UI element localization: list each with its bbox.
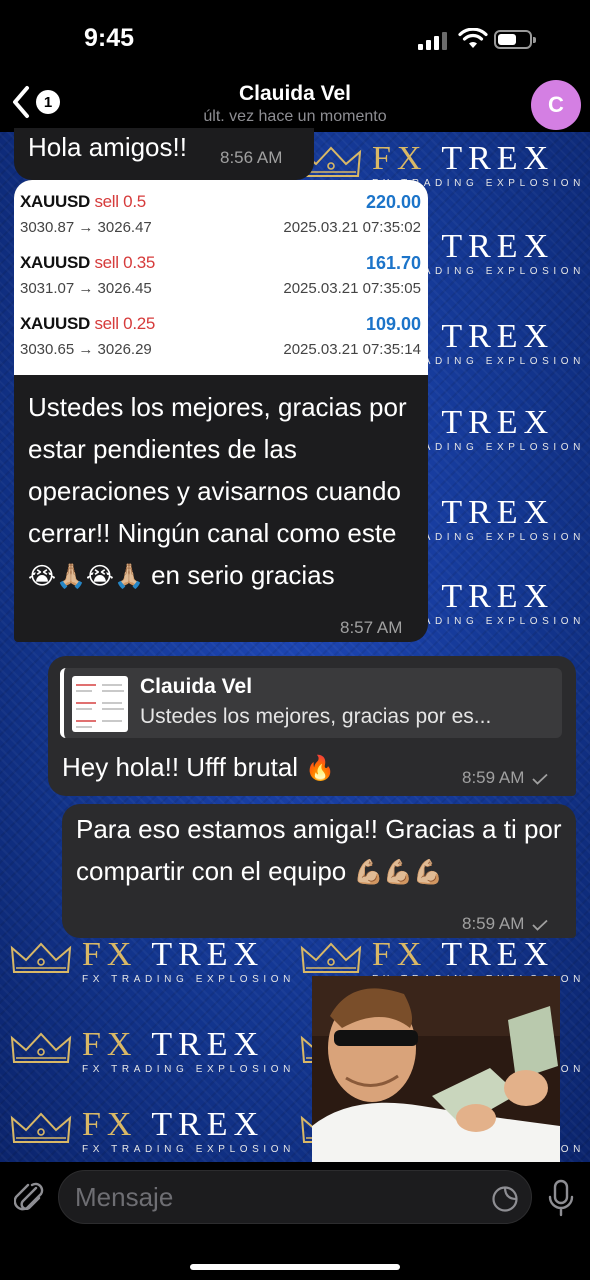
message-text: Para eso estamos amiga!! Gracias a ti po… (76, 814, 562, 886)
trade-profit: 109.00 (365, 314, 421, 334)
outgoing-message[interactable]: Para eso estamos amiga!! Gracias a ti po… (62, 804, 576, 938)
incoming-message[interactable]: Hola amigos!! 8:56 AM (14, 128, 314, 180)
trade-prices: 3030.65 → 3026.29 (20, 341, 152, 358)
message-text: Hey hola!! Ufff brutal 🔥 (62, 752, 336, 782)
trade-prices: 3030.87 → 3026.47 (20, 219, 152, 236)
outgoing-reply-message[interactable]: Clauida Vel Ustedes los mejores, gracias… (48, 656, 576, 796)
trade-row: XAUUSD sell 0.25 109.00 3030.65 → 3026.2… (14, 304, 428, 364)
trade-symbol: XAUUSD sell 0.5 (20, 192, 146, 211)
trade-side: sell 0.5 (94, 192, 146, 211)
chevron-left-icon (13, 86, 29, 118)
message-time: 8:57 AM (340, 618, 403, 637)
crown-icon (10, 1112, 72, 1143)
trade-row: XAUUSD sell 0.5 220.00 3030.87 → 3026.47… (14, 182, 428, 242)
crown-icon (300, 942, 362, 973)
paperclip-icon[interactable] (14, 1180, 44, 1216)
quoted-text: Ustedes los mejores, gracias por es... (140, 705, 492, 728)
trade-profit: 220.00 (365, 192, 421, 212)
brand-tagline: FX TRADING EXPLOSION (82, 1064, 295, 1075)
trade-symbol: XAUUSD sell 0.25 (20, 314, 156, 333)
trade-history-screenshot[interactable]: XAUUSD sell 0.5 220.00 3030.87 → 3026.47… (14, 180, 428, 375)
incoming-message-with-image[interactable]: XAUUSD sell 0.5 220.00 3030.87 → 3026.47… (14, 180, 428, 642)
unread-count-badge: 1 (36, 90, 60, 114)
status-bar: 9:45 (0, 0, 590, 80)
message-input[interactable] (75, 1177, 475, 1217)
avatar[interactable]: C (531, 80, 581, 130)
message-input-wrapper (58, 1170, 532, 1224)
trade-date: 2025.03.21 07:35:02 (283, 219, 421, 236)
trade-date: 2025.03.21 07:35:14 (283, 341, 421, 358)
brand-tagline: FX TRADING EXPLOSION (82, 1144, 295, 1155)
microphone-icon[interactable] (546, 1178, 576, 1218)
fire-emoji: 🔥 (305, 754, 336, 782)
emoji-sequence: 😭🙏🏼😭🙏🏼 (28, 562, 144, 590)
message-time: 8:56 AM (220, 148, 283, 167)
crown-icon (10, 1032, 72, 1063)
brand-watermark: FX TREXFX TRADING EXPLOSION (10, 1028, 295, 1075)
trade-prices: 3031.07 → 3026.45 (20, 280, 152, 297)
wifi-icon (458, 28, 488, 48)
brand-watermark: FX TREXFX TRADING EXPLOSION (10, 1108, 295, 1155)
chat-last-seen: últ. vez hace un momento (203, 108, 387, 125)
trade-date: 2025.03.21 07:35:05 (283, 280, 421, 297)
quoted-image-thumbnail (72, 676, 128, 732)
message-text: Ustedes los mejores, gracias por estar p… (28, 392, 407, 590)
status-time: 9:45 (84, 24, 135, 52)
battery-icon (494, 30, 536, 49)
cellular-signal-icon (418, 32, 447, 50)
message-composer (0, 1162, 590, 1280)
chat-title[interactable]: Clauida Vel (0, 82, 590, 106)
brand-watermark: FX TREXFX TRADING EXPLOSION (10, 938, 295, 985)
message-time: 8:59 AM (462, 768, 549, 788)
trade-profit: 161.70 (365, 253, 421, 273)
read-check-icon (532, 773, 548, 785)
brand-logo-text: FX TREX (82, 1026, 265, 1063)
home-indicator (190, 1264, 400, 1270)
trade-symbol: XAUUSD sell 0.35 (20, 253, 156, 272)
brand-tagline: FX TRADING EXPLOSION (82, 974, 295, 985)
trade-side: sell 0.25 (94, 314, 156, 333)
brand-logo-text: FX TREX (372, 140, 555, 177)
quoted-message[interactable]: Clauida Vel Ustedes los mejores, gracias… (60, 668, 562, 738)
brand-logo-text: FX TREX (82, 1106, 265, 1143)
trade-side: sell 0.35 (94, 253, 156, 272)
chat-header: Clauida Vel últ. vez hace un momento 1 C (0, 80, 590, 132)
avatar-initial: C (548, 92, 564, 117)
flexed-biceps-emoji: 💪🏼💪🏼💪🏼 (353, 858, 444, 886)
trade-row: XAUUSD sell 0.35 161.70 3031.07 → 3026.4… (14, 243, 428, 303)
brand-logo-text: FX TREX (372, 936, 555, 973)
message-text: Hola amigos!! (28, 132, 187, 162)
read-check-icon (532, 919, 548, 931)
message-time: 8:59 AM (462, 914, 549, 934)
sticker-icon[interactable] (491, 1185, 519, 1213)
crown-icon (10, 942, 72, 973)
quoted-author: Clauida Vel (140, 675, 253, 698)
back-button[interactable]: 1 (10, 84, 60, 120)
brand-logo-text: FX TREX (82, 936, 265, 973)
sticker-image[interactable] (312, 976, 560, 1164)
